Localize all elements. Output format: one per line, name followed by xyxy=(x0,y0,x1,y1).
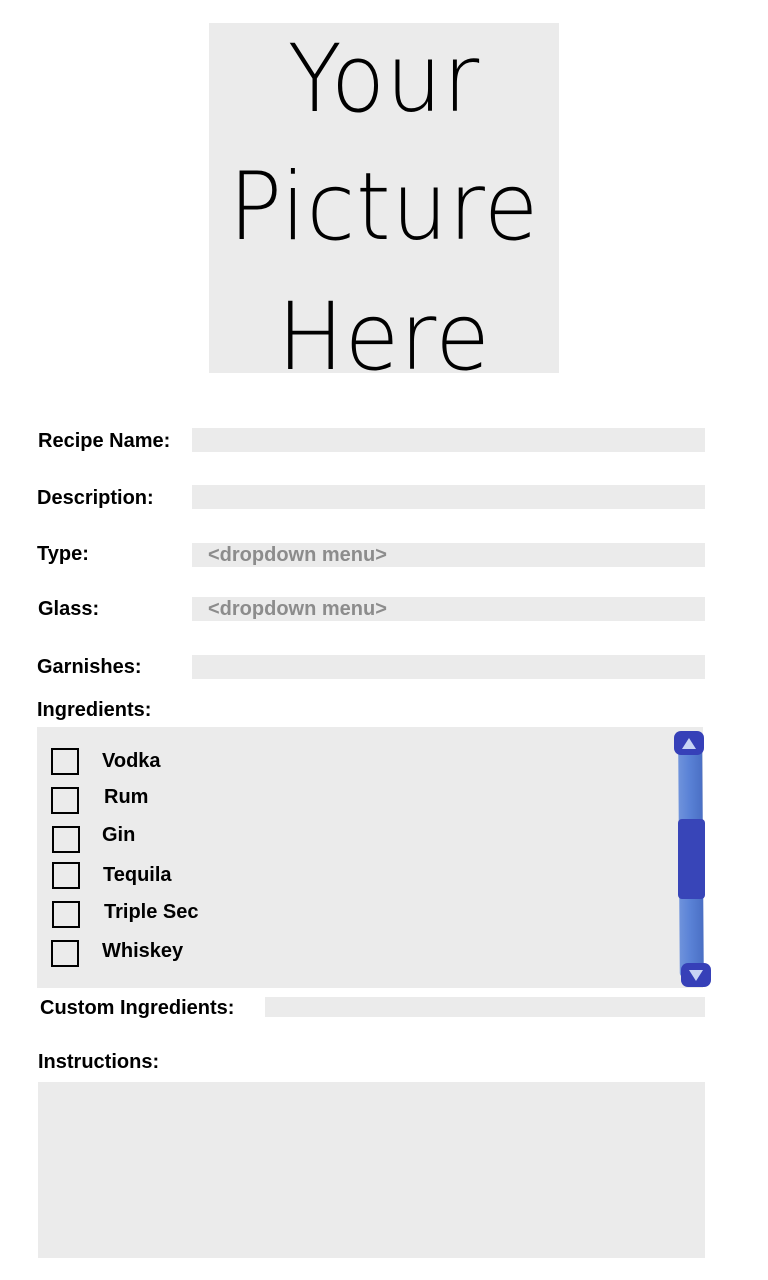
description-input[interactable] xyxy=(192,485,705,509)
instructions-label: Instructions: xyxy=(38,1051,160,1073)
picture-placeholder-line-2: Picture xyxy=(228,153,540,262)
ingredient-checkbox[interactable] xyxy=(51,748,79,775)
ingredient-checkbox[interactable] xyxy=(52,826,80,853)
recipe-name-input[interactable] xyxy=(192,428,705,452)
triangle-up-icon xyxy=(682,737,696,749)
scroll-up-button[interactable] xyxy=(674,731,704,755)
ingredients-label: Ingredients: xyxy=(37,699,152,721)
scroll-down-button[interactable] xyxy=(681,963,711,987)
ingredients-list[interactable]: Vodka Rum Gin Tequila Triple Sec Whiskey xyxy=(37,727,703,988)
recipe-picture-placeholder[interactable]: Your Picture Here xyxy=(209,23,559,385)
triangle-down-icon xyxy=(689,969,703,981)
custom-ingredients-label: Custom Ingredients: xyxy=(40,997,235,1019)
instructions-textarea[interactable] xyxy=(38,1082,705,1258)
ingredient-label: Tequila xyxy=(103,864,172,886)
ingredient-checkbox[interactable] xyxy=(52,901,80,928)
picture-placeholder-line-3: Here xyxy=(277,283,491,392)
type-label: Type: xyxy=(37,543,89,565)
ingredient-checkbox[interactable] xyxy=(52,862,80,889)
ingredient-label: Triple Sec xyxy=(104,901,199,923)
ingredient-checkbox[interactable] xyxy=(51,787,79,814)
ingredient-label: Rum xyxy=(104,786,149,808)
ingredient-checkbox[interactable] xyxy=(51,940,79,967)
glass-label: Glass: xyxy=(38,598,100,620)
ingredient-label: Whiskey xyxy=(102,940,184,962)
glass-dropdown-placeholder: <dropdown menu> xyxy=(208,598,387,620)
type-dropdown-placeholder: <dropdown menu> xyxy=(208,544,387,566)
picture-placeholder-line-1: Your xyxy=(287,25,481,134)
description-label: Description: xyxy=(37,487,154,509)
glass-dropdown[interactable]: <dropdown menu> xyxy=(192,597,705,621)
recipe-name-label: Recipe Name: xyxy=(38,430,171,452)
ingredient-label: Gin xyxy=(102,824,136,846)
garnishes-input[interactable] xyxy=(192,655,705,679)
ingredient-label: Vodka xyxy=(102,750,161,772)
garnishes-label: Garnishes: xyxy=(37,656,142,678)
scrollbar-thumb[interactable] xyxy=(678,819,705,899)
custom-ingredients-input[interactable] xyxy=(265,997,705,1017)
ingredients-scrollbar[interactable] xyxy=(673,731,711,989)
type-dropdown[interactable]: <dropdown menu> xyxy=(192,543,705,567)
